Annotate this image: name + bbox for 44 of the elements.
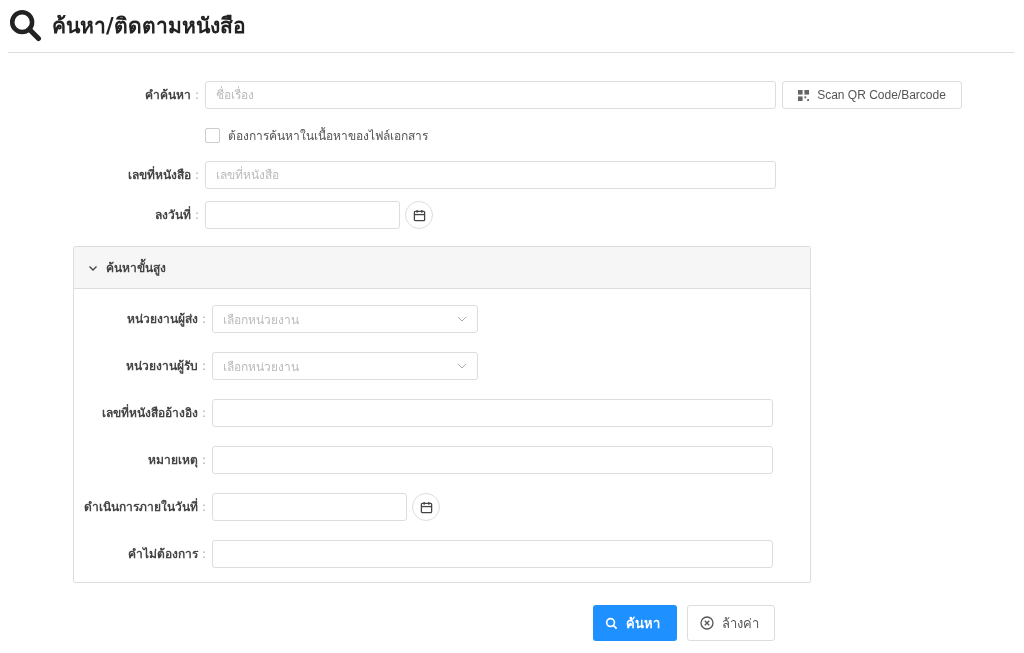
input-field[interactable]: เลขที่หนังสือ <box>205 161 776 189</box>
colon: : <box>201 499 206 514</box>
field-label: หน่วยงานผู้รับ <box>125 358 198 375</box>
field-label: เลขที่หนังสือ <box>127 165 191 184</box>
date-field[interactable] <box>212 493 407 521</box>
colon: : <box>194 207 199 222</box>
field-label: ลงวันที่ <box>154 205 191 224</box>
calendar-button[interactable] <box>405 201 433 229</box>
colon: : <box>201 405 206 420</box>
advanced-header[interactable]: ค้นหาขั้นสูง <box>74 247 810 289</box>
clear-button[interactable]: ล้างค่า <box>687 605 775 641</box>
checkbox-label: ต้องการค้นหาในเนื้อหาของไฟล์เอกสาร <box>228 126 428 145</box>
colon: : <box>194 87 199 102</box>
input-field[interactable] <box>212 540 773 568</box>
date-field[interactable] <box>205 201 400 229</box>
calendar-icon <box>419 500 433 514</box>
page-title: ค้นหา/ติดตามหนังสือ <box>52 12 246 40</box>
field-label: เลขที่หนังสืออ้างอิง <box>101 403 198 422</box>
calendar-button[interactable] <box>412 493 440 521</box>
search-icon <box>8 8 42 42</box>
colon: : <box>201 358 206 373</box>
panel-title: ค้นหาขั้นสูง <box>106 258 166 277</box>
field-label: คำไม่ต้องการ <box>127 546 198 563</box>
input-field[interactable] <box>212 446 773 474</box>
input-field[interactable]: ชื่อเรื่อง <box>205 81 776 109</box>
input-field[interactable] <box>212 399 773 427</box>
field-label: ดำเนินการภายในวันที่ <box>83 497 198 516</box>
qr-code-icon <box>798 89 810 101</box>
checkbox[interactable] <box>205 127 220 143</box>
scan-button[interactable]: Scan QR Code/Barcode <box>782 81 962 109</box>
chevron-icon <box>457 314 467 324</box>
select-placeholder: เลือกหน่วยงาน <box>223 358 299 376</box>
colon: : <box>201 546 206 561</box>
calendar-icon <box>412 208 426 222</box>
colon: : <box>201 311 206 326</box>
search-icon <box>605 616 618 630</box>
chevron-icon <box>457 361 467 371</box>
field-label: คำค้นหา <box>144 87 191 104</box>
field-label: หมายเหตุ <box>147 452 198 469</box>
close-icon <box>700 616 714 630</box>
field-label: หน่วยงานผู้ส่ง <box>126 311 198 328</box>
select-placeholder: เลือกหน่วยงาน <box>223 311 299 329</box>
colon: : <box>201 452 206 467</box>
colon: : <box>194 167 199 182</box>
